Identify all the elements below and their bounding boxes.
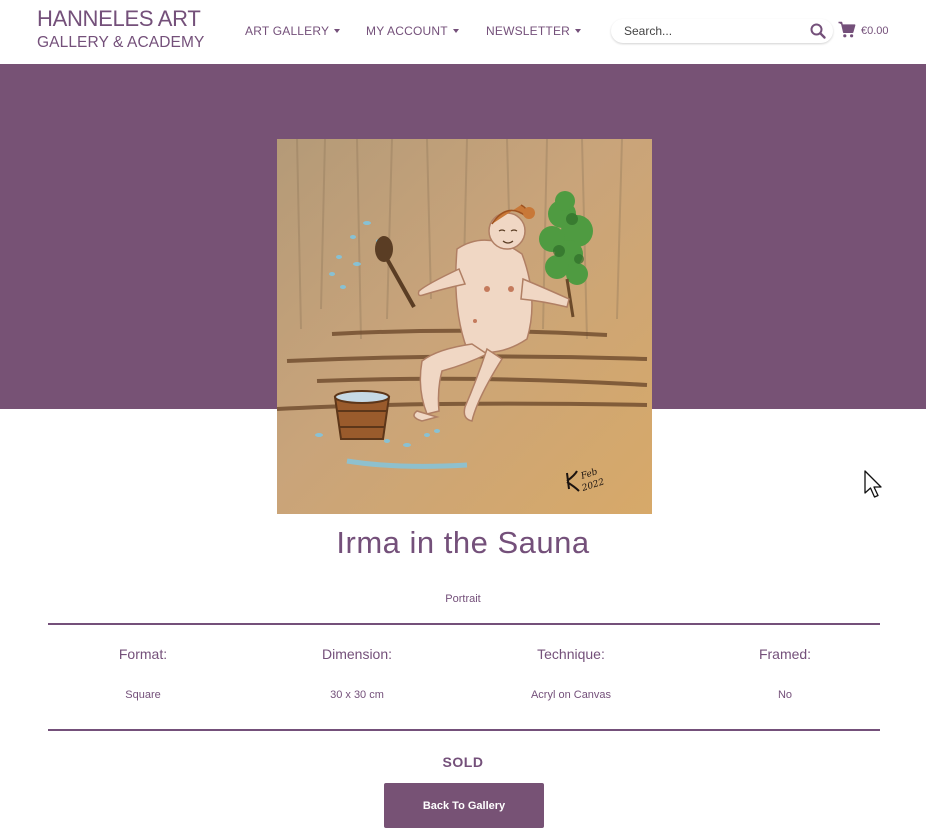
spec-dimension: Dimension: 30 x 30 cm xyxy=(257,646,457,701)
spec-framed-label: Framed: xyxy=(758,646,812,662)
spec-dimension-value: 30 x 30 cm xyxy=(330,689,384,701)
logo-line2: GALLERY & ACADEMY xyxy=(37,34,205,51)
search-box xyxy=(611,19,833,43)
spec-format: Format: Square xyxy=(43,646,243,701)
caret-down-icon xyxy=(575,29,582,33)
nav-my-account[interactable]: MY ACCOUNT xyxy=(366,24,459,38)
nav-art-gallery[interactable]: ART GALLERY xyxy=(245,24,341,38)
spec-format-value: Square xyxy=(125,689,161,701)
nav-my-account-label: MY ACCOUNT xyxy=(366,24,448,38)
spec-framed-value: No xyxy=(777,689,793,701)
cart-total: €0.00 xyxy=(861,25,889,37)
shopping-cart-icon xyxy=(838,21,856,38)
logo-line1: HANNELES ART xyxy=(37,6,201,31)
nav-art-gallery-label: ART GALLERY xyxy=(245,24,330,38)
caret-down-icon xyxy=(334,29,341,33)
search-icon[interactable] xyxy=(809,22,827,40)
site-header: HANNELES ART GALLERY & ACADEMY ART GALLE… xyxy=(0,0,926,64)
spec-technique-value: Acryl on Canvas xyxy=(530,689,612,701)
mouse-cursor-icon xyxy=(864,470,882,498)
spec-framed: Framed: No xyxy=(685,646,885,701)
site-logo[interactable]: HANNELES ART GALLERY & ACADEMY xyxy=(37,8,204,51)
spec-technique: Technique: Acryl on Canvas xyxy=(471,646,671,701)
search-input[interactable] xyxy=(624,23,794,39)
caret-down-icon xyxy=(452,29,459,33)
nav-newsletter-label: NEWSLETTER xyxy=(486,24,571,38)
artwork-category[interactable]: Portrait xyxy=(0,593,926,605)
spec-dimension-label: Dimension: xyxy=(321,646,393,662)
artwork-title: Irma in the Sauna xyxy=(336,525,590,560)
back-to-gallery-button[interactable]: Back To Gallery xyxy=(384,783,544,828)
artwork-image: Feb 2022 xyxy=(277,139,652,514)
nav-newsletter[interactable]: NEWSLETTER xyxy=(486,24,582,38)
divider-bottom xyxy=(48,729,880,731)
sold-status: SOLD xyxy=(442,754,484,770)
divider-top xyxy=(48,623,880,625)
spec-technique-label: Technique: xyxy=(537,646,605,662)
spec-format-label: Format: xyxy=(118,646,168,662)
